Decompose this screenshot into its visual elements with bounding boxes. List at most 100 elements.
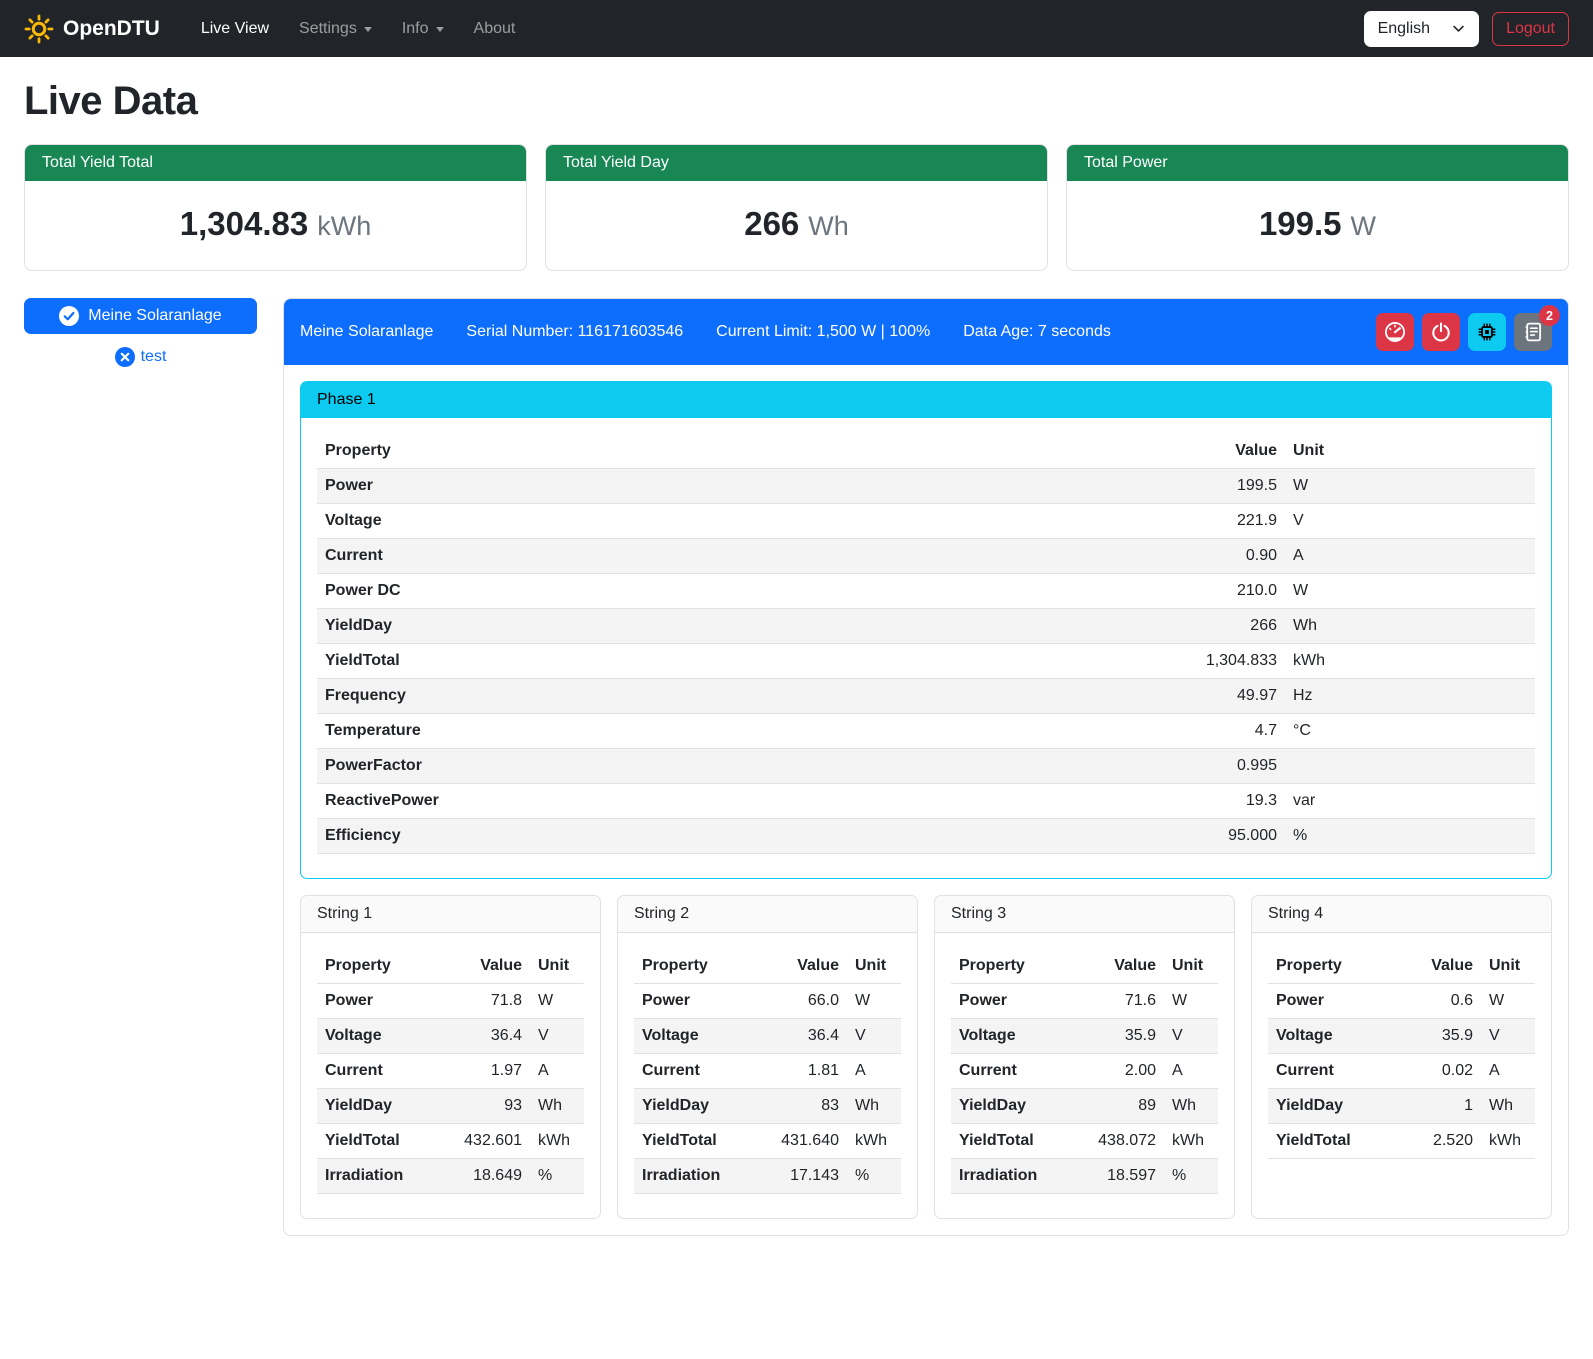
unit-cell: kWh bbox=[1481, 1124, 1535, 1159]
event-count-badge: 2 bbox=[1539, 305, 1560, 326]
unit-cell: A bbox=[1285, 539, 1535, 574]
unit-cell: W bbox=[1481, 984, 1535, 1019]
summary-card-title: Total Yield Total bbox=[25, 145, 526, 181]
table-row: YieldTotal1,304.833kWh bbox=[317, 644, 1535, 679]
table-header-row: Property Value Unit bbox=[317, 949, 584, 984]
property-cell: YieldDay bbox=[634, 1089, 754, 1124]
inverter-panel-body: Phase 1 Property Value Unit Power199.5WV… bbox=[284, 365, 1568, 1235]
table-row: YieldTotal432.601kWh bbox=[317, 1124, 584, 1159]
column-header-unit: Unit bbox=[1481, 949, 1535, 984]
property-cell: Current bbox=[634, 1054, 754, 1089]
nav-item-settings[interactable]: Settings bbox=[286, 12, 385, 46]
value-cell: 1.81 bbox=[754, 1054, 847, 1089]
value-cell: 83 bbox=[754, 1089, 847, 1124]
value-cell: 199.5 bbox=[1163, 469, 1285, 504]
inverter-panel: Meine Solaranlage Serial Number: 1161716… bbox=[283, 298, 1569, 1236]
power-button[interactable] bbox=[1422, 313, 1460, 351]
unit-cell: Wh bbox=[1285, 609, 1535, 644]
chevron-down-icon bbox=[1452, 22, 1465, 35]
logout-button[interactable]: Logout bbox=[1492, 12, 1569, 46]
inverter-list: Meine Solaranlage test bbox=[24, 298, 257, 367]
chevron-down-icon bbox=[364, 27, 372, 32]
property-cell: Irradiation bbox=[317, 1159, 437, 1194]
table-row: Current2.00A bbox=[951, 1054, 1218, 1089]
string-card-title: String 2 bbox=[618, 896, 917, 933]
table-row: Frequency49.97Hz bbox=[317, 679, 1535, 714]
inverter-limit: Current Limit: 1,500 W | 100% bbox=[716, 323, 930, 341]
limit-settings-button[interactable] bbox=[1376, 313, 1414, 351]
column-header-value: Value bbox=[1388, 949, 1481, 984]
summary-cards-row: Total Yield Total 1,304.83kWh Total Yiel… bbox=[24, 144, 1569, 271]
brand[interactable]: OpenDTU bbox=[24, 14, 160, 44]
strings-row: String 1 Property Value Unit bbox=[300, 895, 1552, 1219]
language-select[interactable]: English bbox=[1364, 11, 1479, 47]
unit-cell: V bbox=[530, 1019, 584, 1054]
column-header-value: Value bbox=[1163, 434, 1285, 469]
column-header-property: Property bbox=[634, 949, 754, 984]
inverter-name: Meine Solaranlage bbox=[300, 323, 433, 341]
property-cell: Power DC bbox=[317, 574, 1163, 609]
property-cell: Power bbox=[951, 984, 1071, 1019]
table-row: YieldTotal438.072kWh bbox=[951, 1124, 1218, 1159]
table-row: Voltage221.9V bbox=[317, 504, 1535, 539]
nav-item-label: About bbox=[474, 20, 516, 38]
device-info-button[interactable] bbox=[1468, 313, 1506, 351]
speedometer-icon bbox=[1384, 321, 1406, 343]
property-cell: Temperature bbox=[317, 714, 1163, 749]
table-row: Current0.90A bbox=[317, 539, 1535, 574]
value-cell: 35.9 bbox=[1071, 1019, 1164, 1054]
value-cell: 2.520 bbox=[1388, 1124, 1481, 1159]
summary-card-value: 199.5 bbox=[1259, 205, 1342, 242]
unit-cell: W bbox=[1164, 984, 1218, 1019]
value-cell: 66.0 bbox=[754, 984, 847, 1019]
table-row: ReactivePower19.3var bbox=[317, 784, 1535, 819]
value-cell: 0.90 bbox=[1163, 539, 1285, 574]
table-header-row: Property Value Unit bbox=[1268, 949, 1535, 984]
table-row: Current1.97A bbox=[317, 1054, 584, 1089]
summary-card-unit: Wh bbox=[808, 211, 849, 241]
unit-cell bbox=[1285, 749, 1535, 784]
property-cell: Current bbox=[1268, 1054, 1388, 1089]
unit-cell: °C bbox=[1285, 714, 1535, 749]
unit-cell: kWh bbox=[1164, 1124, 1218, 1159]
string-card-body: Property Value Unit Power0.6WVoltage35.9… bbox=[1252, 933, 1551, 1183]
column-header-value: Value bbox=[1071, 949, 1164, 984]
unit-cell: W bbox=[1285, 469, 1535, 504]
property-cell: YieldDay bbox=[317, 1089, 437, 1124]
unit-cell: W bbox=[1285, 574, 1535, 609]
nav-item-about[interactable]: About bbox=[461, 12, 529, 46]
summary-card-total-yield-total: Total Yield Total 1,304.83kWh bbox=[24, 144, 527, 271]
table-row: Voltage35.9V bbox=[951, 1019, 1218, 1054]
nav-item-label: Info bbox=[402, 20, 429, 38]
property-cell: Power bbox=[317, 984, 437, 1019]
navbar-right: English Logout bbox=[1364, 11, 1569, 47]
table-row: Voltage36.4V bbox=[634, 1019, 901, 1054]
property-cell: Current bbox=[317, 539, 1163, 574]
table-row: YieldDay1Wh bbox=[1268, 1089, 1535, 1124]
inverter-item-test[interactable]: test bbox=[24, 347, 257, 367]
value-cell: 0.995 bbox=[1163, 749, 1285, 784]
check-circle-icon bbox=[59, 306, 79, 326]
page-title: Live Data bbox=[24, 79, 1569, 124]
value-cell: 36.4 bbox=[754, 1019, 847, 1054]
chevron-down-icon bbox=[436, 27, 444, 32]
language-selected-label: English bbox=[1378, 20, 1430, 38]
value-cell: 266 bbox=[1163, 609, 1285, 644]
nav-links: Live View Settings Info About bbox=[188, 12, 529, 46]
table-row: Voltage36.4V bbox=[317, 1019, 584, 1054]
inverter-button-selected[interactable]: Meine Solaranlage bbox=[24, 298, 257, 334]
property-cell: Current bbox=[317, 1054, 437, 1089]
nav-item-info[interactable]: Info bbox=[389, 12, 457, 46]
nav-item-live-view[interactable]: Live View bbox=[188, 12, 282, 46]
property-cell: Efficiency bbox=[317, 819, 1163, 854]
event-log-button[interactable]: 2 bbox=[1514, 313, 1552, 351]
property-cell: Voltage bbox=[951, 1019, 1071, 1054]
summary-card-value: 1,304.83 bbox=[180, 205, 308, 242]
column-header-property: Property bbox=[317, 949, 437, 984]
string-card-body: Property Value Unit Power71.8WVoltage36.… bbox=[301, 933, 600, 1218]
inverter-actions: 2 bbox=[1376, 313, 1552, 351]
journal-icon bbox=[1522, 321, 1544, 343]
unit-cell: var bbox=[1285, 784, 1535, 819]
summary-card-body: 199.5W bbox=[1067, 181, 1568, 270]
table-row: Irradiation18.649% bbox=[317, 1159, 584, 1194]
